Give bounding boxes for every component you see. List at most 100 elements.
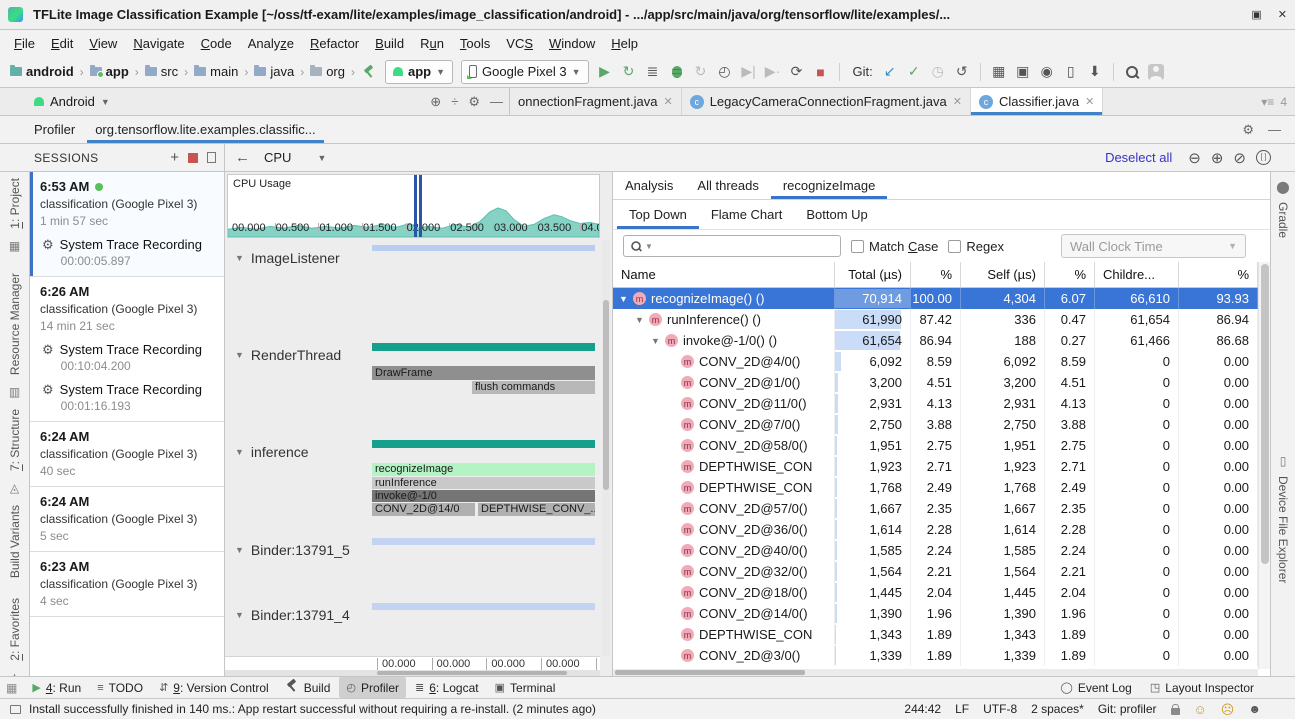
table-row[interactable]: mCONV_2D@3/0()1,3391.891,3391.8900.00 [613, 645, 1258, 666]
readonly-lock-icon[interactable] [1171, 708, 1180, 715]
inspections-icon[interactable]: ☻ [1248, 702, 1261, 716]
tool-button-favorites[interactable]: 2: Favorites [8, 598, 22, 661]
table-row[interactable]: mCONV_2D@4/0()6,0928.596,0928.5900.00 [613, 351, 1258, 372]
run-configurations-icon[interactable]: ≣ [642, 61, 664, 83]
run-config-select[interactable]: app ▼ [385, 60, 453, 84]
deselect-all-link[interactable]: Deselect all [1105, 150, 1172, 165]
table-row[interactable]: mCONV_2D@7/0()2,7503.882,7503.8800.00 [613, 414, 1258, 435]
breadcrumb-android[interactable]: android [8, 63, 76, 80]
table-row[interactable]: mDEPTHWISE_CON1,9232.711,9232.7100.00 [613, 456, 1258, 477]
tab-all-threads[interactable]: All threads [685, 172, 770, 199]
build-hammer-icon[interactable] [358, 61, 380, 83]
table-row[interactable]: mCONV_2D@40/0()1,5852.241,5852.2400.00 [613, 540, 1258, 561]
tool-window-switcher-icon[interactable]: ▦ [6, 681, 17, 695]
editor-tab[interactable]: onnectionFragment.java✕ [510, 88, 682, 115]
close-icon[interactable]: ✕ [1278, 8, 1287, 21]
profiler-session-tab[interactable]: org.tensorflow.lite.examples.classific..… [87, 116, 323, 143]
trace-event-bar[interactable]: CONV_2D@14/0 [372, 503, 475, 516]
tool-button-9-version-control[interactable]: ⇵9: Version Control [152, 677, 276, 698]
editor-tab[interactable]: cClassifier.java✕ [971, 88, 1103, 115]
device-select[interactable]: Google Pixel 3 ▼ [461, 60, 588, 84]
back-arrow-icon[interactable]: ← [235, 149, 250, 166]
table-row[interactable]: mCONV_2D@32/0()1,5642.211,5642.2100.00 [613, 561, 1258, 582]
recording-item[interactable]: ⚙System Trace Recording00:01:16.193 [40, 382, 216, 413]
column-header[interactable]: % [1179, 262, 1258, 287]
zoom-out-icon[interactable]: ⊖ [1188, 149, 1201, 167]
match-case-checkbox[interactable]: Match Case [851, 239, 938, 254]
profile-avatar[interactable] [1145, 61, 1167, 83]
tab-recognizeimage[interactable]: recognizeImage [771, 172, 888, 199]
close-icon[interactable]: ✕ [1085, 95, 1094, 108]
hidden-tabs-dropdown[interactable]: ▾≡ 4 [1253, 88, 1295, 115]
trace-event-bar[interactable]: invoke@-1/0 [372, 490, 595, 502]
tool-button-device-file-explorer[interactable]: Device File Explorer [1276, 476, 1290, 583]
column-header[interactable]: Total (µs) [835, 262, 911, 287]
reset-zoom-icon[interactable]: ⊘ [1233, 149, 1246, 167]
git-rollback-button[interactable]: ↺ [951, 61, 973, 83]
hide-panel-icon[interactable]: — [490, 94, 503, 109]
trace-event-bar[interactable]: runInference [372, 477, 595, 489]
git-commit-button[interactable]: ✓ [903, 61, 925, 83]
column-header[interactable]: % [911, 262, 961, 287]
horizontal-scrollbar[interactable] [613, 669, 1258, 676]
regex-checkbox[interactable]: Regex [948, 239, 1004, 254]
stop-button[interactable]: ■ [810, 61, 832, 83]
table-row[interactable]: mCONV_2D@11/0()2,9314.132,9314.1300.00 [613, 393, 1258, 414]
settings-gear-icon[interactable]: ⚙ [468, 94, 480, 110]
run-button[interactable]: ▶ [594, 61, 616, 83]
apply-code-changes-button[interactable]: ↻ [690, 61, 712, 83]
device-manager-button[interactable]: ▯ [1060, 61, 1082, 83]
selection-marker[interactable] [419, 175, 422, 237]
thread-label[interactable]: ▼Binder:13791_5 [235, 542, 350, 558]
indent-setting[interactable]: 2 spaces* [1031, 702, 1084, 716]
thread-state-bar[interactable] [372, 440, 595, 448]
menu-window[interactable]: Window [541, 33, 603, 54]
table-row[interactable]: mCONV_2D@1/0()3,2004.513,2004.5100.00 [613, 372, 1258, 393]
column-header[interactable]: Childre... [1095, 262, 1179, 287]
session-card[interactable]: 6:24 AMclassification (Google Pixel 3)5 … [30, 487, 224, 552]
apply-changes-button[interactable]: ↻ [618, 61, 640, 83]
sad-feedback-icon[interactable]: ☹ [1221, 703, 1235, 716]
thread-state-bar[interactable] [372, 343, 595, 351]
session-card[interactable]: 6:26 AMclassification (Google Pixel 3)14… [30, 277, 224, 422]
project-structure-button[interactable]: ▦ [988, 61, 1010, 83]
subtab-top-down[interactable]: Top Down [617, 200, 699, 229]
trace-event-bar[interactable]: DrawFrame [372, 366, 595, 380]
running-devices-button[interactable]: ▣ [1012, 61, 1034, 83]
tool-button-build-variants[interactable]: Build Variants [8, 505, 22, 578]
tool-button-terminal[interactable]: ▣Terminal [488, 677, 563, 698]
stop-and-restart-button[interactable]: ⟳ [786, 61, 808, 83]
tool-button-event-log[interactable]: ◯Event Log [1054, 679, 1139, 697]
tool-button-gradle[interactable]: Gradle [1276, 202, 1290, 238]
breadcrumb-org[interactable]: org [308, 63, 347, 80]
cpu-usage-chart[interactable]: CPU Usage 00.00000.50001.00001.50002.000… [227, 174, 600, 238]
clock-type-select[interactable]: Wall Clock Time ▼ [1061, 234, 1246, 258]
line-ending[interactable]: LF [955, 702, 969, 716]
menu-code[interactable]: Code [193, 33, 240, 54]
vertical-scrollbar[interactable] [602, 240, 610, 656]
expand-arrow-icon[interactable]: ▼ [635, 315, 649, 325]
session-card[interactable]: 6:24 AMclassification (Google Pixel 3)40… [30, 422, 224, 487]
git-history-button[interactable]: ◷ [927, 61, 949, 83]
breadcrumb-java[interactable]: java [252, 63, 296, 80]
table-row[interactable]: mDEPTHWISE_CON1,7682.491,7682.4900.00 [613, 477, 1258, 498]
recording-item[interactable]: ⚙System Trace Recording00:00:05.897 [40, 237, 216, 268]
selection-marker[interactable] [414, 175, 417, 237]
trace-event-bar[interactable]: flush commands [472, 381, 595, 394]
table-row[interactable]: mCONV_2D@58/0()1,9512.751,9512.7500.00 [613, 435, 1258, 456]
column-header[interactable]: Name [613, 262, 835, 287]
attach-debugger-button[interactable]: ▶| [738, 61, 760, 83]
caret-position[interactable]: 244:42 [904, 702, 941, 716]
menu-navigate[interactable]: Navigate [125, 33, 192, 54]
breadcrumb-src[interactable]: src [143, 63, 180, 80]
tool-button-structure[interactable]: 7: Structure [8, 409, 22, 471]
menu-tools[interactable]: Tools [452, 33, 498, 54]
column-header[interactable]: Self (µs) [961, 262, 1045, 287]
trace-event-bar[interactable]: recognizeImage [372, 463, 595, 476]
profile-button[interactable]: ◴ [714, 61, 736, 83]
tool-button-build[interactable]: Build [278, 677, 338, 698]
close-icon[interactable]: ✕ [663, 95, 672, 108]
collapse-all-icon[interactable]: ÷ [451, 94, 458, 109]
table-row[interactable]: ▼mrecognizeImage() ()70,914100.004,3046.… [613, 288, 1258, 309]
chevron-down-icon[interactable]: ▼ [101, 97, 110, 107]
